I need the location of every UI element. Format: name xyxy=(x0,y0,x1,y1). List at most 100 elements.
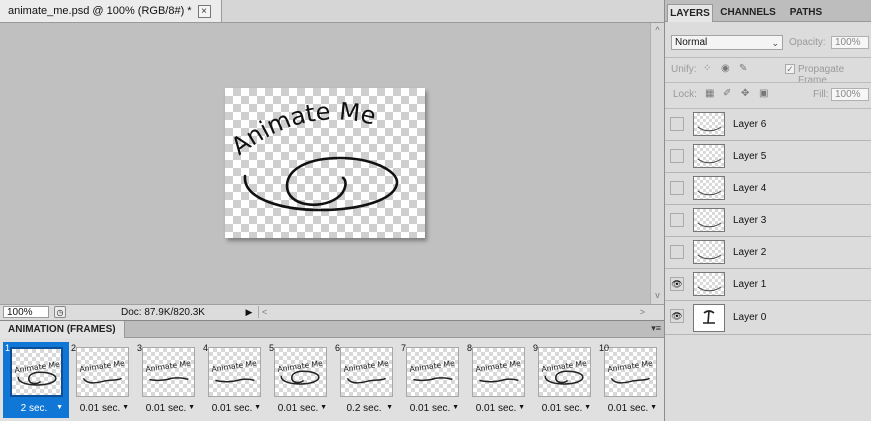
layer-name[interactable]: Layer 3 xyxy=(733,205,766,237)
layer-row[interactable]: Layer 4 xyxy=(665,173,871,205)
visibility-eye-icon[interactable] xyxy=(670,181,684,195)
layer-row[interactable]: Layer 3 xyxy=(665,205,871,237)
frame-thumbnail[interactable]: Animate Me xyxy=(142,347,195,397)
frame-thumbnail[interactable]: Animate Me xyxy=(208,347,261,397)
unify-style-icon[interactable]: ✎ xyxy=(739,63,747,74)
chevron-down-icon[interactable]: ▼ xyxy=(320,401,327,415)
animation-frame[interactable]: 7 Animate Me 0.01 sec. ▼ xyxy=(399,342,465,418)
scroll-down-icon[interactable]: v xyxy=(651,290,664,302)
document-tab-bar: animate_me.psd @ 100% (RGB/8#) * × xyxy=(0,0,664,23)
horizontal-scrollbar[interactable]: < > xyxy=(258,306,649,318)
animation-frame[interactable]: 6 Animate Me 0.2 sec. ▼ xyxy=(333,342,399,418)
propagate-frame-checkbox[interactable]: ✓ xyxy=(785,64,795,74)
chevron-down-icon[interactable]: ▼ xyxy=(188,401,195,415)
frame-thumbnail[interactable]: Animate Me xyxy=(274,347,327,397)
frame-delay[interactable]: 0.01 sec. ▼ xyxy=(201,402,263,416)
chevron-down-icon[interactable]: ▼ xyxy=(122,401,129,415)
layer-name[interactable]: Layer 0 xyxy=(733,301,766,335)
frame-number: 10 xyxy=(599,343,610,353)
unify-visibility-icon[interactable]: ◉ xyxy=(721,63,730,74)
layer-name[interactable]: Layer 1 xyxy=(733,269,766,301)
animation-panel-tab[interactable]: ANIMATION (FRAMES) xyxy=(0,321,125,338)
visibility-eye-icon[interactable]: 👁 xyxy=(670,277,684,291)
tab-paths[interactable]: PATHS xyxy=(783,4,829,22)
visibility-eye-icon[interactable] xyxy=(670,245,684,259)
canvas-scribble xyxy=(243,156,399,212)
lock-all-icon[interactable]: ▣ xyxy=(759,88,768,99)
visibility-eye-icon[interactable] xyxy=(670,149,684,163)
frame-delay[interactable]: 0.01 sec. ▼ xyxy=(465,402,527,416)
blend-mode-select[interactable]: Normal ⌄ xyxy=(671,35,783,50)
chevron-down-icon[interactable]: ▼ xyxy=(386,401,393,415)
tab-channels[interactable]: CHANNELS xyxy=(715,4,781,22)
document-tab[interactable]: animate_me.psd @ 100% (RGB/8#) * × xyxy=(0,0,222,22)
panel-menu-icon[interactable]: ▾≡ xyxy=(651,323,661,334)
frame-thumbnail[interactable]: Animate Me xyxy=(472,347,525,397)
visibility-eye-icon[interactable] xyxy=(670,117,684,131)
frame-thumbnail[interactable]: Animate Me xyxy=(76,347,129,397)
animation-frame[interactable]: 3 Animate Me 0.01 sec. ▼ xyxy=(135,342,201,418)
animation-frame[interactable]: 1 Animate Me 2 sec. ▼ xyxy=(3,342,69,418)
chevron-down-icon[interactable]: ▼ xyxy=(650,401,657,415)
animation-frame[interactable]: 8 Animate Me 0.01 sec. ▼ xyxy=(465,342,531,418)
frame-delay-value: 0.2 sec. xyxy=(346,403,382,414)
animation-frame[interactable]: 4 Animate Me 0.01 sec. ▼ xyxy=(201,342,267,418)
chevron-down-icon[interactable]: ▼ xyxy=(254,401,261,415)
frame-thumbnail[interactable]: Animate Me xyxy=(10,347,63,397)
chevron-down-icon[interactable]: ▼ xyxy=(584,401,591,415)
close-icon[interactable]: × xyxy=(197,4,211,18)
frame-delay[interactable]: 2 sec. ▼ xyxy=(3,402,65,416)
visibility-eye-icon[interactable]: 👁 xyxy=(670,309,684,323)
frame-delay[interactable]: 0.01 sec. ▼ xyxy=(267,402,329,416)
zoom-options-icon[interactable]: ◷ xyxy=(54,306,66,318)
lock-brush-icon[interactable]: ✐ xyxy=(723,88,731,99)
unify-position-icon[interactable]: ⁘ xyxy=(703,63,711,74)
layer-row[interactable]: 👁 Layer 1 xyxy=(665,269,871,301)
frame-number: 6 xyxy=(335,343,341,353)
status-menu-arrow-icon[interactable]: ▶ xyxy=(243,306,255,318)
opacity-input[interactable]: 100% xyxy=(831,36,869,49)
frame-thumbnail[interactable]: Animate Me xyxy=(340,347,393,397)
frame-thumbnail-art: Animate Me xyxy=(475,359,522,383)
frame-delay[interactable]: 0.01 sec. ▼ xyxy=(597,402,659,416)
frame-delay[interactable]: 0.01 sec. ▼ xyxy=(69,402,131,416)
visibility-eye-icon[interactable] xyxy=(670,213,684,227)
blend-mode-value: Normal xyxy=(675,37,708,48)
layer-thumbnail-art xyxy=(703,310,715,324)
frame-thumbnail[interactable]: Animate Me xyxy=(538,347,591,397)
layer-row[interactable]: Layer 2 xyxy=(665,237,871,269)
frame-delay[interactable]: 0.01 sec. ▼ xyxy=(399,402,461,416)
frame-delay[interactable]: 0.01 sec. ▼ xyxy=(135,402,197,416)
scroll-right-icon[interactable]: > xyxy=(640,306,645,318)
frame-number: 1 xyxy=(5,343,11,353)
layer-name[interactable]: Layer 2 xyxy=(733,237,766,269)
frame-thumbnail[interactable]: Animate Me xyxy=(406,347,459,397)
animation-frame[interactable]: 10 Animate Me 0.01 sec. ▼ xyxy=(597,342,663,418)
chevron-down-icon[interactable]: ▼ xyxy=(452,401,459,415)
layer-name[interactable]: Layer 5 xyxy=(733,141,766,173)
scroll-up-icon[interactable]: ^ xyxy=(651,25,664,37)
frame-number: 3 xyxy=(137,343,143,353)
layer-row[interactable]: Layer 6 xyxy=(665,109,871,141)
zoom-input[interactable]: 100% xyxy=(3,306,49,318)
animation-frame[interactable]: 9 Animate Me 0.01 sec. ▼ xyxy=(531,342,597,418)
canvas-image[interactable]: Animate Me xyxy=(225,88,425,238)
canvas-viewport[interactable]: Animate Me xyxy=(0,23,650,304)
animation-frame[interactable]: 5 Animate Me 0.01 sec. ▼ xyxy=(267,342,333,418)
scroll-left-icon[interactable]: < xyxy=(262,306,267,318)
layer-row[interactable]: 👁 Layer 0 xyxy=(665,301,871,335)
chevron-down-icon[interactable]: ▼ xyxy=(518,401,525,415)
lock-move-icon[interactable]: ✥ xyxy=(741,88,749,99)
layer-name[interactable]: Layer 4 xyxy=(733,173,766,205)
fill-input[interactable]: 100% xyxy=(831,88,869,101)
lock-transparency-icon[interactable]: ▦ xyxy=(705,88,714,99)
frame-delay[interactable]: 0.2 sec. ▼ xyxy=(333,402,395,416)
chevron-down-icon[interactable]: ▼ xyxy=(56,401,63,415)
frame-delay[interactable]: 0.01 sec. ▼ xyxy=(531,402,593,416)
animation-frame[interactable]: 2 Animate Me 0.01 sec. ▼ xyxy=(69,342,135,418)
frame-thumbnail[interactable]: Animate Me xyxy=(604,347,657,397)
layer-name[interactable]: Layer 6 xyxy=(733,109,766,141)
layer-row[interactable]: Layer 5 xyxy=(665,141,871,173)
tab-layers[interactable]: LAYERS xyxy=(667,4,713,22)
vertical-scrollbar[interactable]: ^ v xyxy=(650,23,664,304)
